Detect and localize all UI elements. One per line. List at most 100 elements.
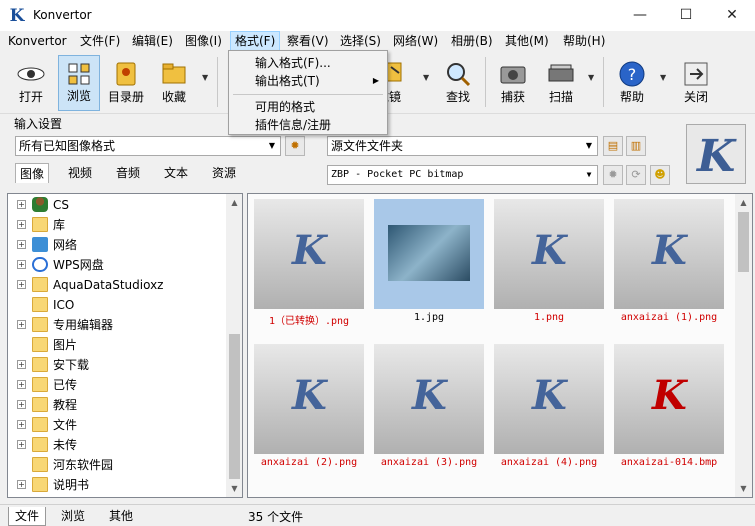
input-format-item[interactable]: 输入格式(F)... xyxy=(255,54,331,72)
scan-button[interactable]: 扫描 xyxy=(540,55,582,111)
expand-icon[interactable]: + xyxy=(17,220,26,229)
tree-scrollbar[interactable]: ▲ ▼ xyxy=(226,194,242,497)
tab-image[interactable]: 图像 xyxy=(15,163,50,183)
expand-icon[interactable]: + xyxy=(17,400,26,409)
menu-help[interactable]: 帮助(H) xyxy=(559,31,609,51)
thumbnail[interactable]: K xyxy=(374,344,484,454)
thumbnail[interactable]: K xyxy=(254,199,364,309)
output-gear-button[interactable]: ✹ xyxy=(603,165,623,185)
plugin-button[interactable]: ☻ xyxy=(650,165,670,185)
expand-icon[interactable]: + xyxy=(17,440,26,449)
thumbnail[interactable]: K xyxy=(494,344,604,454)
menu-view[interactable]: 察看(V) xyxy=(283,31,333,51)
input-format-value: 所有已知图像格式 xyxy=(19,139,116,153)
input-settings-gear-button[interactable]: ✹ xyxy=(285,136,305,156)
menu-edit[interactable]: 编辑(E) xyxy=(128,31,177,51)
scroll-down-icon[interactable]: ▼ xyxy=(735,480,752,497)
k-logo-red-icon: K xyxy=(652,372,687,419)
gear-icon: ✹ xyxy=(608,168,618,181)
help-label: 帮助 xyxy=(619,90,644,104)
thumbnail[interactable]: K xyxy=(494,199,604,309)
scroll-down-icon[interactable]: ▼ xyxy=(226,480,242,497)
scanner-icon xyxy=(548,64,574,82)
expand-icon[interactable]: + xyxy=(17,200,26,209)
cloud-icon xyxy=(32,257,48,272)
scan-dropdown-icon[interactable]: ▼ xyxy=(588,73,596,82)
help-button[interactable]: ? 帮助 xyxy=(611,55,653,111)
tree-item-label: 教程 xyxy=(53,398,78,412)
status-tab-browse[interactable]: 浏览 xyxy=(55,507,91,526)
scan-label: 扫描 xyxy=(548,90,573,104)
output-folder-select[interactable]: 源文件文件夹 ▼ xyxy=(327,136,598,156)
window-title: Konvertor xyxy=(33,8,92,22)
folder-icon: ▥ xyxy=(630,139,642,152)
available-formats-item[interactable]: 可用的格式 xyxy=(255,98,315,116)
menu-file[interactable]: 文件(F) xyxy=(76,31,124,51)
find-button[interactable]: 查找 xyxy=(437,55,479,111)
minimize-button[interactable]: — xyxy=(617,0,663,31)
favorites-dropdown-icon[interactable]: ▼ xyxy=(202,73,210,82)
status-tab-files[interactable]: 文件 xyxy=(8,507,47,526)
output-format-item[interactable]: 输出格式(T) xyxy=(255,72,320,90)
scroll-thumb[interactable] xyxy=(229,334,240,479)
folder-browse-button[interactable]: ▥ xyxy=(626,136,646,156)
thumbnail[interactable]: K xyxy=(614,344,724,454)
close-button[interactable]: 关闭 xyxy=(675,55,717,111)
title-bar: K Konvertor — ☐ ✕ xyxy=(0,0,755,31)
status-tab-other[interactable]: 其他 xyxy=(103,507,139,526)
scroll-thumb[interactable] xyxy=(738,212,749,272)
network-icon xyxy=(32,237,48,252)
plugin-info-item[interactable]: 插件信息/注册 xyxy=(255,116,331,134)
menu-other[interactable]: 其他(M) xyxy=(501,31,553,51)
chevron-down-icon: ▼ xyxy=(585,141,593,150)
expand-icon[interactable]: + xyxy=(17,280,26,289)
thumbnail-gallery: K 1（已转换）.png 1.jpg K 1.png K anxaizai (1… xyxy=(247,193,753,498)
favorites-folder-icon xyxy=(162,63,186,84)
capture-button[interactable]: 捕获 xyxy=(492,55,534,111)
input-format-select[interactable]: 所有已知图像格式 ▼ xyxy=(15,136,281,156)
maximize-button[interactable]: ☐ xyxy=(663,0,709,31)
folder-icon xyxy=(32,397,48,412)
folder-icon xyxy=(32,377,48,392)
menu-image[interactable]: 图像(I) xyxy=(181,31,226,51)
filter-dropdown-icon[interactable]: ▼ xyxy=(423,73,431,82)
thumbnail-selected[interactable] xyxy=(374,199,484,309)
close-window-button[interactable]: ✕ xyxy=(709,0,755,31)
thumbnail-caption: anxaizai-014.bmp xyxy=(620,457,718,468)
expand-icon[interactable]: + xyxy=(17,480,26,489)
expand-icon[interactable]: + xyxy=(17,380,26,389)
tab-resource[interactable]: 资源 xyxy=(212,163,236,183)
expand-icon[interactable]: + xyxy=(17,240,26,249)
browse-button[interactable]: 浏览 xyxy=(58,55,100,111)
camera-icon xyxy=(500,66,526,84)
folder-options-button[interactable]: ▤ xyxy=(603,136,623,156)
tab-video[interactable]: 视频 xyxy=(68,163,92,183)
menu-bar: Konvertor 文件(F) 编辑(E) 图像(I) 格式(F) 察看(V) … xyxy=(0,31,755,51)
menu-select[interactable]: 选择(S) xyxy=(336,31,385,51)
thumbnail[interactable]: K xyxy=(254,344,364,454)
favorites-button[interactable]: 收藏 xyxy=(153,55,195,111)
menu-album[interactable]: 相册(B) xyxy=(447,31,497,51)
toolbar-separator xyxy=(217,57,218,107)
open-button[interactable]: 打开 xyxy=(10,55,52,111)
expand-icon[interactable]: + xyxy=(17,360,26,369)
help-dropdown-icon[interactable]: ▼ xyxy=(660,73,668,82)
scroll-up-icon[interactable]: ▲ xyxy=(226,194,242,211)
menu-konvertor[interactable]: Konvertor xyxy=(4,31,71,51)
output-format-select[interactable]: ZBP - Pocket PC bitmap ▼ xyxy=(327,165,598,185)
app-logo-icon: K xyxy=(9,6,25,26)
folder-icon xyxy=(32,317,48,332)
expand-icon[interactable]: + xyxy=(17,260,26,269)
menu-network[interactable]: 网络(W) xyxy=(389,31,442,51)
catalog-button[interactable]: 目录册 xyxy=(105,55,147,111)
scroll-up-icon[interactable]: ▲ xyxy=(735,194,752,211)
refresh-button[interactable]: ⟳ xyxy=(626,165,646,185)
expand-icon[interactable]: + xyxy=(17,420,26,429)
gallery-scrollbar[interactable]: ▲ ▼ xyxy=(735,194,752,497)
thumbnail[interactable]: K xyxy=(614,199,724,309)
tab-text[interactable]: 文本 xyxy=(164,163,188,183)
tab-audio[interactable]: 音频 xyxy=(116,163,140,183)
expand-icon[interactable]: + xyxy=(17,320,26,329)
menu-format[interactable]: 格式(F) xyxy=(230,31,281,51)
file-count: 35 个文件 xyxy=(248,510,304,524)
